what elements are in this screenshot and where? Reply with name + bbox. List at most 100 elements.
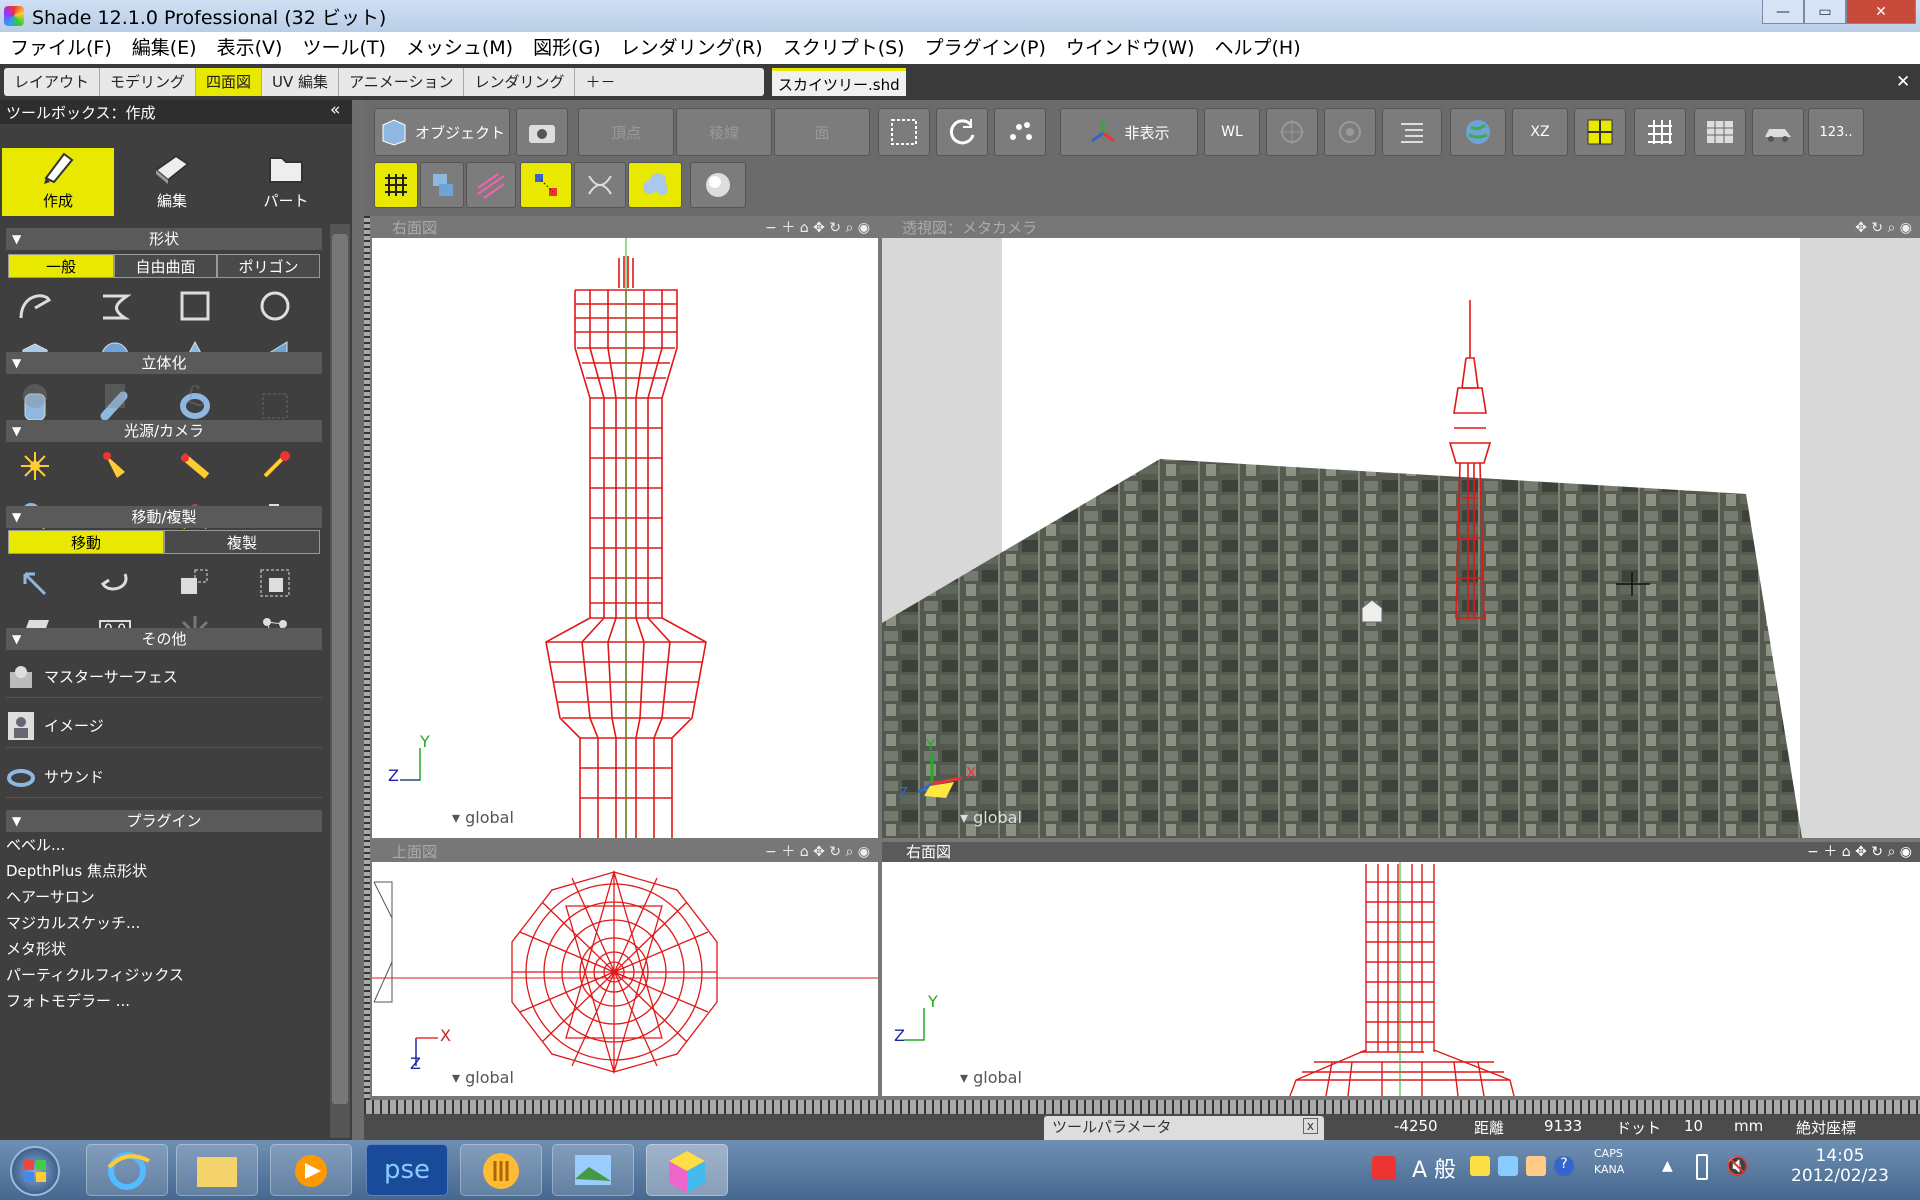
menu-tool[interactable]: ツール(T) [292, 32, 395, 64]
shape-tab-polygon[interactable]: ポリゴン [217, 254, 320, 278]
section-plugin-header[interactable]: ▼ プラグイン [6, 810, 322, 832]
tab-add-remove-button[interactable]: ＋－ [575, 68, 625, 96]
resize-snap-toggle[interactable] [520, 162, 572, 208]
plugin-item[interactable]: マジカルスケッチ... [6, 912, 322, 933]
spot-light-icon[interactable] [88, 444, 142, 488]
section-move-copy-header[interactable]: ▼ 移動/複製 [6, 506, 322, 528]
rectangle-tool-icon[interactable] [168, 284, 222, 328]
tray-ime-tool-icon[interactable] [1470, 1156, 1490, 1176]
battery-icon[interactable] [1696, 1154, 1708, 1180]
collapse-icon[interactable]: « [330, 100, 340, 120]
open-line-tool-icon[interactable] [8, 284, 62, 328]
object-snap-toggle[interactable] [420, 162, 464, 208]
four-view-layout-button[interactable] [1574, 108, 1626, 156]
section-solidify-header[interactable]: ▼ 立体化 [6, 352, 322, 374]
taskbar-pse[interactable]: pse [366, 1144, 448, 1196]
tray-check-icon[interactable] [1372, 1156, 1396, 1180]
menu-shape[interactable]: 図形(G) [523, 32, 611, 64]
view-control-icons[interactable]: − ＋ ⌂ ✥ ↻ ⌕ ◉ [765, 218, 870, 238]
tray-ime-pad-icon[interactable] [1498, 1156, 1518, 1176]
scrollbar-thumb[interactable] [332, 234, 348, 1104]
view-control-icons[interactable]: − ＋ ⌂ ✥ ↻ ⌕ ◉ [1807, 842, 1912, 862]
menu-window[interactable]: ウインドウ(W) [1056, 32, 1205, 64]
select-box-button[interactable] [878, 108, 930, 156]
grid-button[interactable] [1634, 108, 1686, 156]
tab-rendering[interactable]: レンダリング [464, 68, 576, 96]
wire-mesh-toggle[interactable] [574, 162, 626, 208]
ime-indicator[interactable]: A 般 [1412, 1152, 1456, 1184]
coordinate-system-dropdown[interactable]: ▾ global [960, 1068, 1022, 1087]
tab-uv-edit[interactable]: UV 編集 [262, 68, 340, 96]
document-tab[interactable]: スカイツリー.shd ✕ [772, 68, 906, 122]
toolbox-tab-create[interactable]: 作成 [2, 148, 114, 216]
toolbox-tab-part[interactable]: パート [232, 148, 340, 218]
world-local-button[interactable]: WL [1204, 108, 1260, 156]
guide-toggle[interactable] [466, 162, 516, 208]
uniform-scale-icon[interactable] [248, 560, 302, 604]
tab-layout[interactable]: レイアウト [4, 68, 101, 96]
coordinate-system-dropdown[interactable]: ▾ global [960, 808, 1022, 827]
menu-file[interactable]: ファイル(F) [0, 32, 122, 64]
scale-icon[interactable] [168, 560, 222, 604]
table-button[interactable] [1694, 108, 1746, 156]
menu-mesh[interactable]: メッシュ(M) [396, 32, 523, 64]
tab-four-view[interactable]: 四面図 [196, 68, 263, 96]
shading-toggle[interactable] [690, 162, 746, 208]
taskbar-ie[interactable] [86, 1144, 168, 1196]
other-item-master-surface[interactable]: マスターサーフェス [6, 656, 322, 698]
point-light-icon[interactable] [8, 444, 62, 488]
list-view-button[interactable] [1382, 108, 1442, 156]
toolbox-scrollbar[interactable] [330, 224, 350, 1138]
taskbar-explorer[interactable] [176, 1144, 258, 1196]
taskbar-picture[interactable] [552, 1144, 634, 1196]
vertex-mode-button[interactable]: 頂点 [578, 108, 674, 156]
view-control-icons[interactable]: − ＋ ⌂ ✥ ↻ ⌕ ◉ [765, 842, 870, 862]
viewport-front[interactable]: 右面図 − ＋ ⌂ ✥ ↻ ⌕ ◉ Y Z ▾ global [372, 218, 878, 838]
menu-rendering[interactable]: レンダリング(R) [611, 32, 773, 64]
menu-help[interactable]: ヘルプ(H) [1205, 32, 1311, 64]
viewport-right[interactable]: 右面図 − ＋ ⌂ ✥ ↻ ⌕ ◉ Y Z ▾ global [882, 842, 1920, 1096]
move-tab-move[interactable]: 移動 [8, 530, 164, 554]
plugin-item[interactable]: ベベル... [6, 834, 322, 855]
grid-snap-toggle[interactable] [374, 162, 418, 208]
xz-plane-button[interactable]: XZ [1512, 108, 1568, 156]
close-button[interactable]: ✕ [1846, 0, 1916, 24]
line-light-icon[interactable] [168, 444, 222, 488]
coordinate-system-dropdown[interactable]: ▾ global [452, 1068, 514, 1087]
area-light-icon[interactable] [248, 444, 302, 488]
panel-close-icon[interactable]: ✕ [1896, 72, 1910, 92]
refresh-button[interactable] [936, 108, 988, 156]
section-other-header[interactable]: ▼ その他 [6, 628, 322, 650]
toolbox-tab-edit[interactable]: 編集 [118, 148, 226, 218]
snapshot-button[interactable] [516, 108, 568, 156]
tool-param-close-icon[interactable]: x [1302, 1118, 1318, 1134]
other-item-image[interactable]: イメージ [6, 704, 322, 748]
other-item-sound[interactable]: サウンド [6, 756, 322, 798]
render-view-button[interactable] [1752, 108, 1804, 156]
numeric-panel-button[interactable]: 123.. [1808, 108, 1864, 156]
unit-dropdown[interactable]: mm [1734, 1117, 1763, 1135]
plugin-item[interactable]: メタ形状 [6, 938, 322, 959]
edge-mode-button[interactable]: 稜線 [676, 108, 772, 156]
globe-button[interactable] [1450, 108, 1506, 156]
object-mode-button[interactable]: オブジェクト [374, 108, 510, 156]
lasso-button[interactable] [994, 108, 1046, 156]
tab-modeling[interactable]: モデリング [100, 68, 197, 96]
plugin-item[interactable]: パーティクルフィジックス [6, 964, 322, 985]
menu-edit[interactable]: 編集(E) [122, 32, 207, 64]
view-control-icons[interactable]: ✥ ↻ ⌕ ◉ [1855, 218, 1912, 238]
section-shape-header[interactable]: ▼ 形状 [6, 228, 322, 250]
plugin-item[interactable]: ヘアーサロン [6, 886, 322, 907]
shape-tab-general[interactable]: 一般 [8, 254, 114, 278]
plugin-item[interactable]: DepthPlus 焦点形状 [6, 860, 322, 881]
coordinate-mode-dropdown[interactable]: 絶対座標 [1796, 1117, 1856, 1138]
tray-expand-icon[interactable]: ▲ [1662, 1158, 1673, 1174]
viewport-perspective[interactable]: 透視図：メタカメラ ✥ ↻ ⌕ ◉ Y X Z ▾ global [882, 218, 1920, 838]
tab-animation[interactable]: アニメーション [339, 68, 465, 96]
cloud-toggle[interactable] [628, 162, 682, 208]
coordinate-system-dropdown[interactable]: ▾ global [452, 808, 514, 827]
taskbar-media[interactable] [270, 1144, 352, 1196]
start-button[interactable] [10, 1146, 60, 1196]
section-light-camera-header[interactable]: ▼ 光源/カメラ [6, 420, 322, 442]
closed-line-tool-icon[interactable] [88, 284, 142, 328]
